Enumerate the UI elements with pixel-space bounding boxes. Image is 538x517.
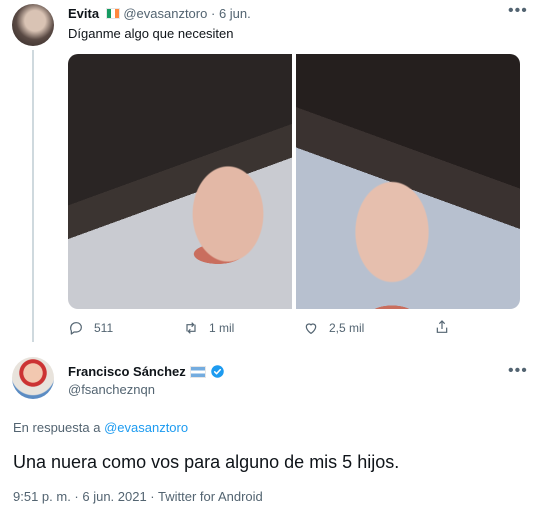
reply-author-handle[interactable]: @fsancheznqn [68,382,155,397]
reply-meta[interactable]: 9:51 p. m. · 6 jun. 2021 · Twitter for A… [13,489,263,504]
author-name[interactable]: Evita [68,6,99,21]
tweet-text: Díganme algo que necesiten [68,26,234,41]
thread-line [32,50,34,342]
reply-text: Una nuera como vos para alguno de mis 5 … [13,452,400,472]
share-icon [434,319,450,335]
tweet-photo-1[interactable] [68,54,292,309]
separator: · [210,6,216,21]
reply-author-name[interactable]: Francisco Sánchez [68,364,186,379]
argentina-flag-icon [189,365,206,378]
reply-more-options-icon[interactable]: ••• [508,362,528,380]
retweet-count: 1 mil [209,321,235,335]
tweet-header: Evita @evasanztoro · 6 jun. [68,6,251,24]
like-count: 2,5 mil [329,321,365,335]
in-reply-to: En respuesta a @evasanztoro [13,420,188,435]
reply-author-avatar[interactable] [12,357,54,399]
reply-icon [68,320,84,336]
verified-badge-icon [210,364,225,379]
author-avatar[interactable] [12,4,54,46]
retweet-action[interactable]: 1 mil [183,319,234,337]
in-reply-handle[interactable]: @evasanztoro [104,420,188,435]
reply-action[interactable]: 511 [68,319,113,337]
tweet-photo-2[interactable] [296,54,520,309]
in-reply-prefix: En respuesta a [13,420,101,435]
reply-count: 511 [94,321,114,335]
retweet-icon [183,320,199,336]
ireland-flag-icon [105,8,120,19]
tweet-date[interactable]: 6 jun. [219,6,251,21]
more-options-icon[interactable]: ••• [508,2,528,20]
share-action[interactable] [434,319,450,337]
heart-icon [303,320,319,336]
author-handle[interactable]: @evasanztoro [123,6,207,21]
like-action[interactable]: 2,5 mil [303,319,364,337]
reply-header: Francisco Sánchez [68,364,225,379]
